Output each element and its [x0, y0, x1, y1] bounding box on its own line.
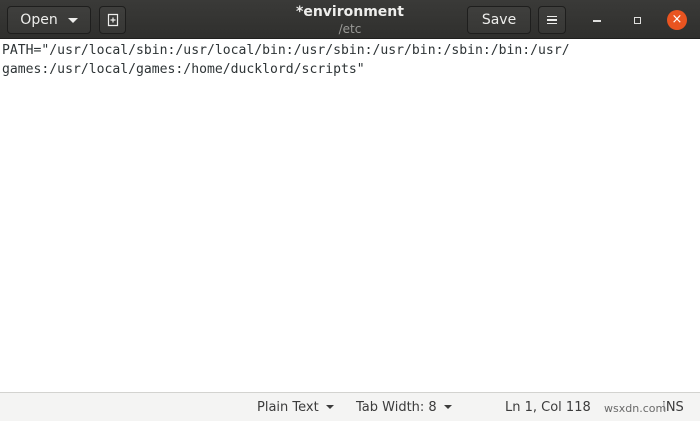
hamburger-menu-icon: [547, 16, 557, 24]
main-menu-button[interactable]: [538, 6, 566, 34]
editor-line[interactable]: games:/usr/local/games:/home/ducklord/sc…: [0, 60, 700, 79]
new-tab-button[interactable]: [99, 6, 126, 34]
open-button-label: Open: [20, 12, 58, 28]
document-title: *environment: [296, 4, 404, 20]
minimize-button[interactable]: [587, 10, 607, 30]
language-selector[interactable]: Plain Text: [257, 393, 334, 421]
tab-width-selector[interactable]: Tab Width: 8: [356, 393, 452, 421]
chevron-down-icon: [325, 405, 334, 409]
gedit-window: Open *environment /etc Save × PATH="/usr…: [0, 0, 700, 421]
text-editor-area[interactable]: PATH="/usr/local/sbin:/usr/local/bin:/us…: [0, 39, 700, 392]
maximize-icon: [633, 16, 641, 24]
cursor-position-label: Ln 1, Col 118: [505, 399, 591, 415]
language-label: Plain Text: [257, 399, 319, 415]
header-bar: Open *environment /etc Save ×: [0, 0, 700, 39]
open-button[interactable]: Open: [7, 6, 91, 34]
watermark-text: wsxdn.com: [604, 402, 667, 415]
close-icon: ×: [671, 12, 683, 27]
maximize-button[interactable]: [627, 10, 647, 30]
chevron-down-icon: [67, 17, 78, 23]
title-block: *environment /etc: [250, 3, 450, 37]
status-bar: Plain Text Tab Width: 8 Ln 1, Col 118 IN…: [0, 392, 700, 421]
cursor-position[interactable]: Ln 1, Col 118: [505, 393, 591, 421]
chevron-down-icon: [443, 405, 452, 409]
save-button[interactable]: Save: [467, 6, 531, 34]
minimize-icon: [593, 20, 601, 22]
document-path: /etc: [338, 22, 362, 36]
close-button[interactable]: ×: [667, 10, 687, 30]
editor-line[interactable]: PATH="/usr/local/sbin:/usr/local/bin:/us…: [0, 41, 700, 60]
new-document-icon: [107, 13, 118, 27]
tab-width-label: Tab Width: 8: [356, 399, 437, 415]
